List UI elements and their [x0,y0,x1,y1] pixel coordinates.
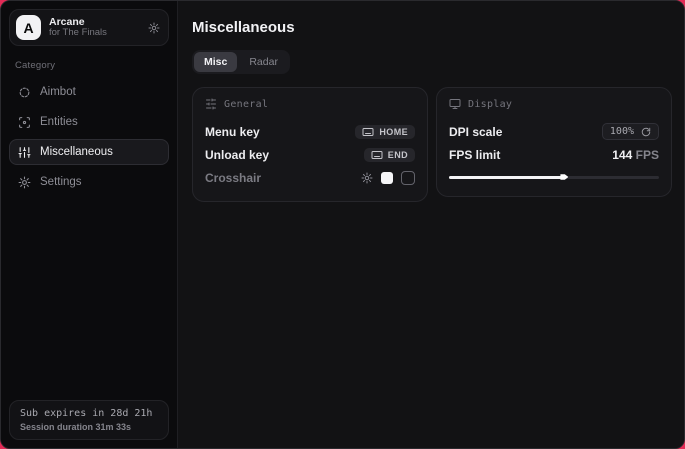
session-duration-text: Session duration 31m 33s [20,422,158,432]
unload-key-label: Unload key [205,148,269,162]
sidebar: A Arcane for The Finals Category [1,1,177,448]
display-card: Display DPI scale 100% FPS limit [436,87,672,197]
fps-number: 144 [612,148,632,162]
sidebar-item-label: Entities [40,116,78,128]
menu-key-label: Menu key [205,125,260,139]
menu-key-row: Menu key HOME [205,120,415,143]
crosshair-checkbox[interactable] [401,171,415,185]
slider-track[interactable] [449,176,659,179]
menu-key-value: HOME [379,127,408,137]
subscription-info-box: Sub expires in 28d 21h Session duration … [9,400,169,440]
unload-key-value: END [388,150,408,160]
dpi-scale-row: DPI scale 100% [449,120,659,143]
main-panel: Miscellaneous Misc Radar General Menu ke… [177,1,685,448]
dpi-scale-control[interactable]: 100% [602,123,659,140]
display-card-title: Display [468,99,512,110]
dpi-scale-label: DPI scale [449,125,502,139]
keyboard-icon [371,150,383,160]
crosshair-icon [18,86,31,99]
fps-limit-slider[interactable] [449,170,659,184]
sidebar-item-entities[interactable]: Entities [9,109,169,135]
monitor-icon [449,98,461,110]
tab-bar: Misc Radar [192,50,290,74]
sidebar-item-miscellaneous[interactable]: Miscellaneous [9,139,169,165]
tab-radar[interactable]: Radar [239,52,288,72]
sidebar-item-settings[interactable]: Settings [9,169,169,195]
fps-limit-row: FPS limit 144 FPS [449,143,659,166]
sliders-horizontal-icon [205,98,217,110]
crosshair-label: Crosshair [205,171,261,185]
user-meta: Arcane for The Finals [49,16,140,39]
fps-limit-label: FPS limit [449,148,500,162]
dpi-scale-value: 100% [610,126,634,137]
crosshair-controls [361,171,415,185]
menu-key-button[interactable]: HOME [355,125,415,139]
crosshair-row: Crosshair [205,166,415,189]
sidebar-item-label: Aimbot [40,86,76,98]
app-window: A Arcane for The Finals Category [0,0,685,449]
general-card-title: General [224,99,268,110]
refresh-icon[interactable] [641,127,651,137]
sidebar-nav: Aimbot Entities Miscella [9,79,169,195]
category-label: Category [15,60,169,71]
fps-limit-value: 144 FPS [612,148,659,162]
scan-eye-icon [18,116,31,129]
slider-thumb[interactable] [560,173,568,181]
avatar: A [16,15,41,40]
unload-key-button[interactable]: END [364,148,415,162]
sub-expiry-text: Sub expires in 28d 21h [20,408,158,419]
crosshair-color-swatch[interactable] [381,172,393,184]
unload-key-row: Unload key END [205,143,415,166]
sliders-icon [18,146,31,159]
cards-row: General Menu key HOME Unload key [192,87,672,202]
display-card-header: Display [449,98,659,110]
general-card-header: General [205,98,415,110]
sidebar-item-label: Settings [40,176,82,188]
sidebar-item-aimbot[interactable]: Aimbot [9,79,169,105]
fps-unit: FPS [632,148,659,162]
keyboard-icon [362,127,374,137]
user-settings-gear-icon[interactable] [148,22,160,34]
crosshair-settings-gear-icon[interactable] [361,172,373,184]
sidebar-item-label: Miscellaneous [40,146,113,158]
page-title: Miscellaneous [192,19,672,36]
user-card[interactable]: A Arcane for The Finals [9,9,169,46]
gear-icon [18,176,31,189]
general-card: General Menu key HOME Unload key [192,87,428,202]
app-subtitle: for The Finals [49,28,140,39]
slider-fill [449,176,562,179]
tab-misc[interactable]: Misc [194,52,237,72]
